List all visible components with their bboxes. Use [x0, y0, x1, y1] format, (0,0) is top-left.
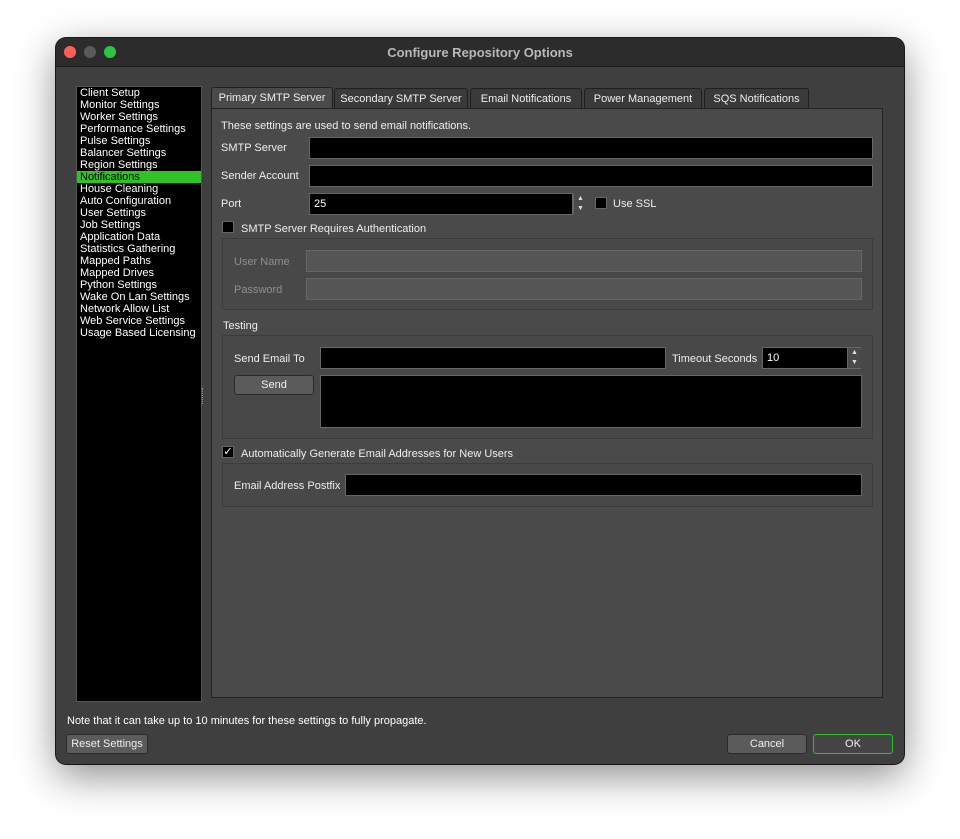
auth-required-checkbox[interactable]	[222, 221, 234, 233]
username-input[interactable]	[306, 250, 862, 272]
tab-email-notifications[interactable]: Email Notifications	[470, 88, 582, 108]
sidebar-item-region-settings[interactable]: Region Settings	[77, 159, 201, 171]
sidebar-item-application-data[interactable]: Application Data	[77, 231, 201, 243]
settings-category-list[interactable]: Client Setup Monitor Settings Worker Set…	[76, 86, 202, 702]
spinner-arrows-icon[interactable]: ▲ ▼	[847, 348, 861, 368]
sidebar-item-python-settings[interactable]: Python Settings	[77, 279, 201, 291]
smtp-server-label: SMTP Server	[221, 142, 287, 154]
sidebar-item-worker-settings[interactable]: Worker Settings	[77, 111, 201, 123]
smtp-description: These settings are used to send email no…	[221, 120, 472, 132]
email-postfix-group: Email Address Postfix	[222, 463, 873, 507]
sidebar-item-job-settings[interactable]: Job Settings	[77, 219, 201, 231]
checkmark-icon: ✓	[223, 446, 233, 458]
auth-required-label: SMTP Server Requires Authentication	[241, 223, 427, 235]
reset-settings-button[interactable]: Reset Settings	[66, 734, 148, 754]
sidebar-item-usage-based-licensing[interactable]: Usage Based Licensing	[77, 327, 201, 339]
authentication-group: User Name Password	[222, 238, 873, 310]
sidebar-item-performance-settings[interactable]: Performance Settings	[77, 123, 201, 135]
port-input[interactable]	[309, 193, 573, 215]
sidebar-item-balancer-settings[interactable]: Balancer Settings	[77, 147, 201, 159]
testing-group: Send Email To Timeout Seconds ▲▼ Send	[222, 335, 873, 439]
splitter-handle[interactable]	[202, 388, 205, 404]
sidebar-item-mapped-paths[interactable]: Mapped Paths	[77, 255, 201, 267]
sidebar-item-mapped-drives[interactable]: Mapped Drives	[77, 267, 201, 279]
sidebar-item-web-service-settings[interactable]: Web Service Settings	[77, 315, 201, 327]
username-label: User Name	[234, 256, 290, 268]
use-ssl-checkbox[interactable]	[595, 197, 607, 209]
primary-smtp-panel: These settings are used to send email no…	[211, 108, 883, 698]
send-email-to-input[interactable]	[320, 347, 666, 369]
email-postfix-label: Email Address Postfix	[234, 480, 341, 492]
sidebar-item-house-cleaning[interactable]: House Cleaning	[77, 183, 201, 195]
tab-power-management[interactable]: Power Management	[584, 88, 702, 108]
cancel-button[interactable]: Cancel	[727, 734, 807, 754]
timeout-seconds-label: Timeout Seconds	[672, 353, 758, 365]
sender-account-label: Sender Account	[221, 170, 299, 182]
testing-section-label: Testing	[223, 320, 258, 332]
auto-generate-email-checkbox[interactable]: ✓	[222, 446, 234, 458]
sidebar-item-client-setup[interactable]: Client Setup	[77, 87, 201, 99]
auto-generate-email-label: Automatically Generate Email Addresses f…	[241, 448, 514, 460]
sidebar-item-auto-configuration[interactable]: Auto Configuration	[77, 195, 201, 207]
propagation-note: Note that it can take up to 10 minutes f…	[67, 715, 427, 727]
window-title: Configure Repository Options	[387, 45, 573, 60]
tab-primary-smtp-server[interactable]: Primary SMTP Server	[211, 87, 333, 109]
use-ssl-label: Use SSL	[613, 198, 657, 210]
send-test-email-button[interactable]: Send	[234, 375, 314, 395]
sender-account-input[interactable]	[309, 165, 873, 187]
email-postfix-input[interactable]	[345, 474, 862, 496]
sidebar-item-pulse-settings[interactable]: Pulse Settings	[77, 135, 201, 147]
send-email-to-label: Send Email To	[234, 353, 305, 365]
sidebar-item-wake-on-lan-settings[interactable]: Wake On Lan Settings	[77, 291, 201, 303]
sidebar-item-statistics-gathering[interactable]: Statistics Gathering	[77, 243, 201, 255]
spinner-arrows-icon[interactable]: ▲ ▼	[573, 194, 587, 214]
sidebar-item-notifications[interactable]: Notifications	[77, 171, 201, 183]
password-input[interactable]	[306, 278, 862, 300]
configure-repository-window: Configure Repository Options Client Setu…	[56, 38, 904, 764]
sidebar-item-user-settings[interactable]: User Settings	[77, 207, 201, 219]
port-label: Port	[221, 198, 242, 210]
title-bar: Configure Repository Options	[56, 38, 904, 67]
ok-button[interactable]: OK	[813, 734, 893, 754]
sidebar-item-monitor-settings[interactable]: Monitor Settings	[77, 99, 201, 111]
test-output-area[interactable]	[320, 375, 862, 428]
tab-sqs-notifications[interactable]: SQS Notifications	[704, 88, 809, 108]
tab-secondary-smtp-server[interactable]: Secondary SMTP Server	[334, 88, 468, 108]
smtp-server-input[interactable]	[309, 137, 873, 159]
sidebar-item-network-allow-list[interactable]: Network Allow List	[77, 303, 201, 315]
password-label: Password	[234, 284, 283, 296]
